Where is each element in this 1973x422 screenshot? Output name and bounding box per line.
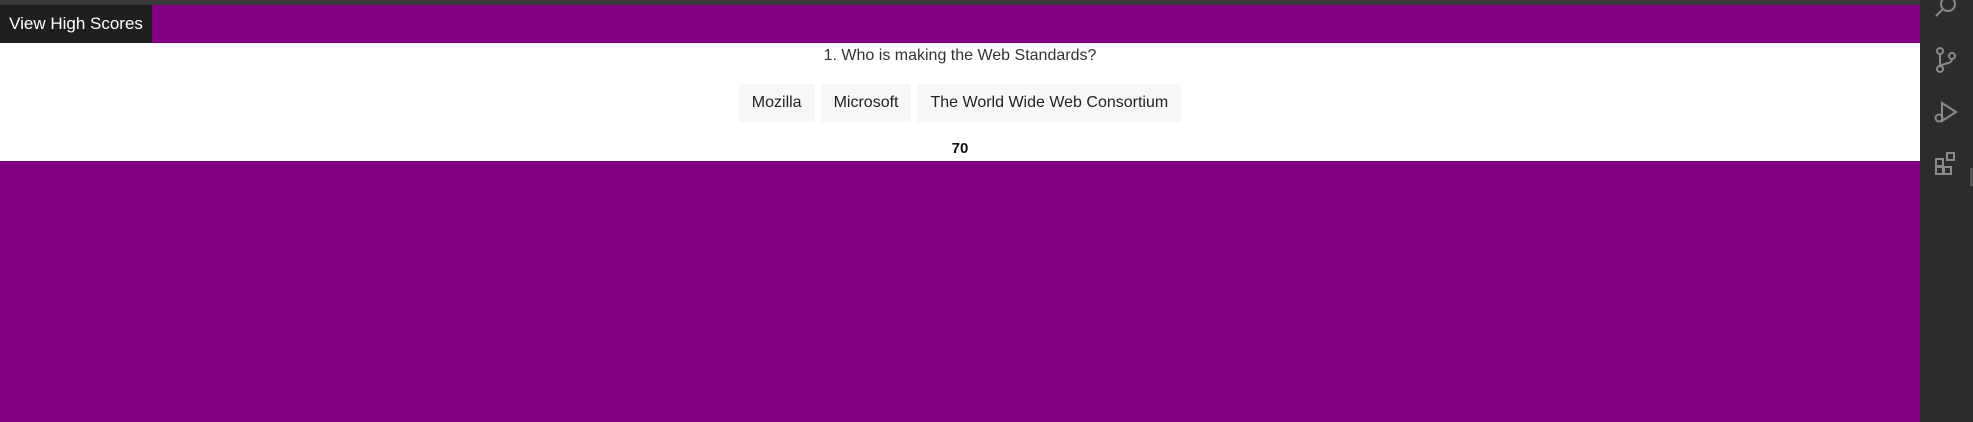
answer-list: Mozilla Microsoft The World Wide Web Con…: [0, 84, 1920, 122]
question-text: 1. Who is making the Web Standards?: [823, 47, 1097, 64]
activity-bar: [1920, 0, 1973, 422]
timer-value: 70: [951, 140, 969, 157]
run-debug-icon[interactable]: [1932, 98, 1960, 126]
view-high-scores-button[interactable]: View High Scores: [0, 5, 152, 43]
quiz-panel: 1. Who is making the Web Standards? Mozi…: [0, 43, 1920, 161]
answer-button-microsoft[interactable]: Microsoft: [820, 84, 912, 122]
answer-button-w3c[interactable]: The World Wide Web Consortium: [917, 84, 1182, 122]
answer-button-mozilla[interactable]: Mozilla: [738, 84, 815, 122]
search-icon[interactable]: [1932, 0, 1960, 22]
extensions-icon[interactable]: [1932, 150, 1960, 178]
source-control-icon[interactable]: [1932, 46, 1960, 74]
header-bar: [0, 5, 1920, 43]
